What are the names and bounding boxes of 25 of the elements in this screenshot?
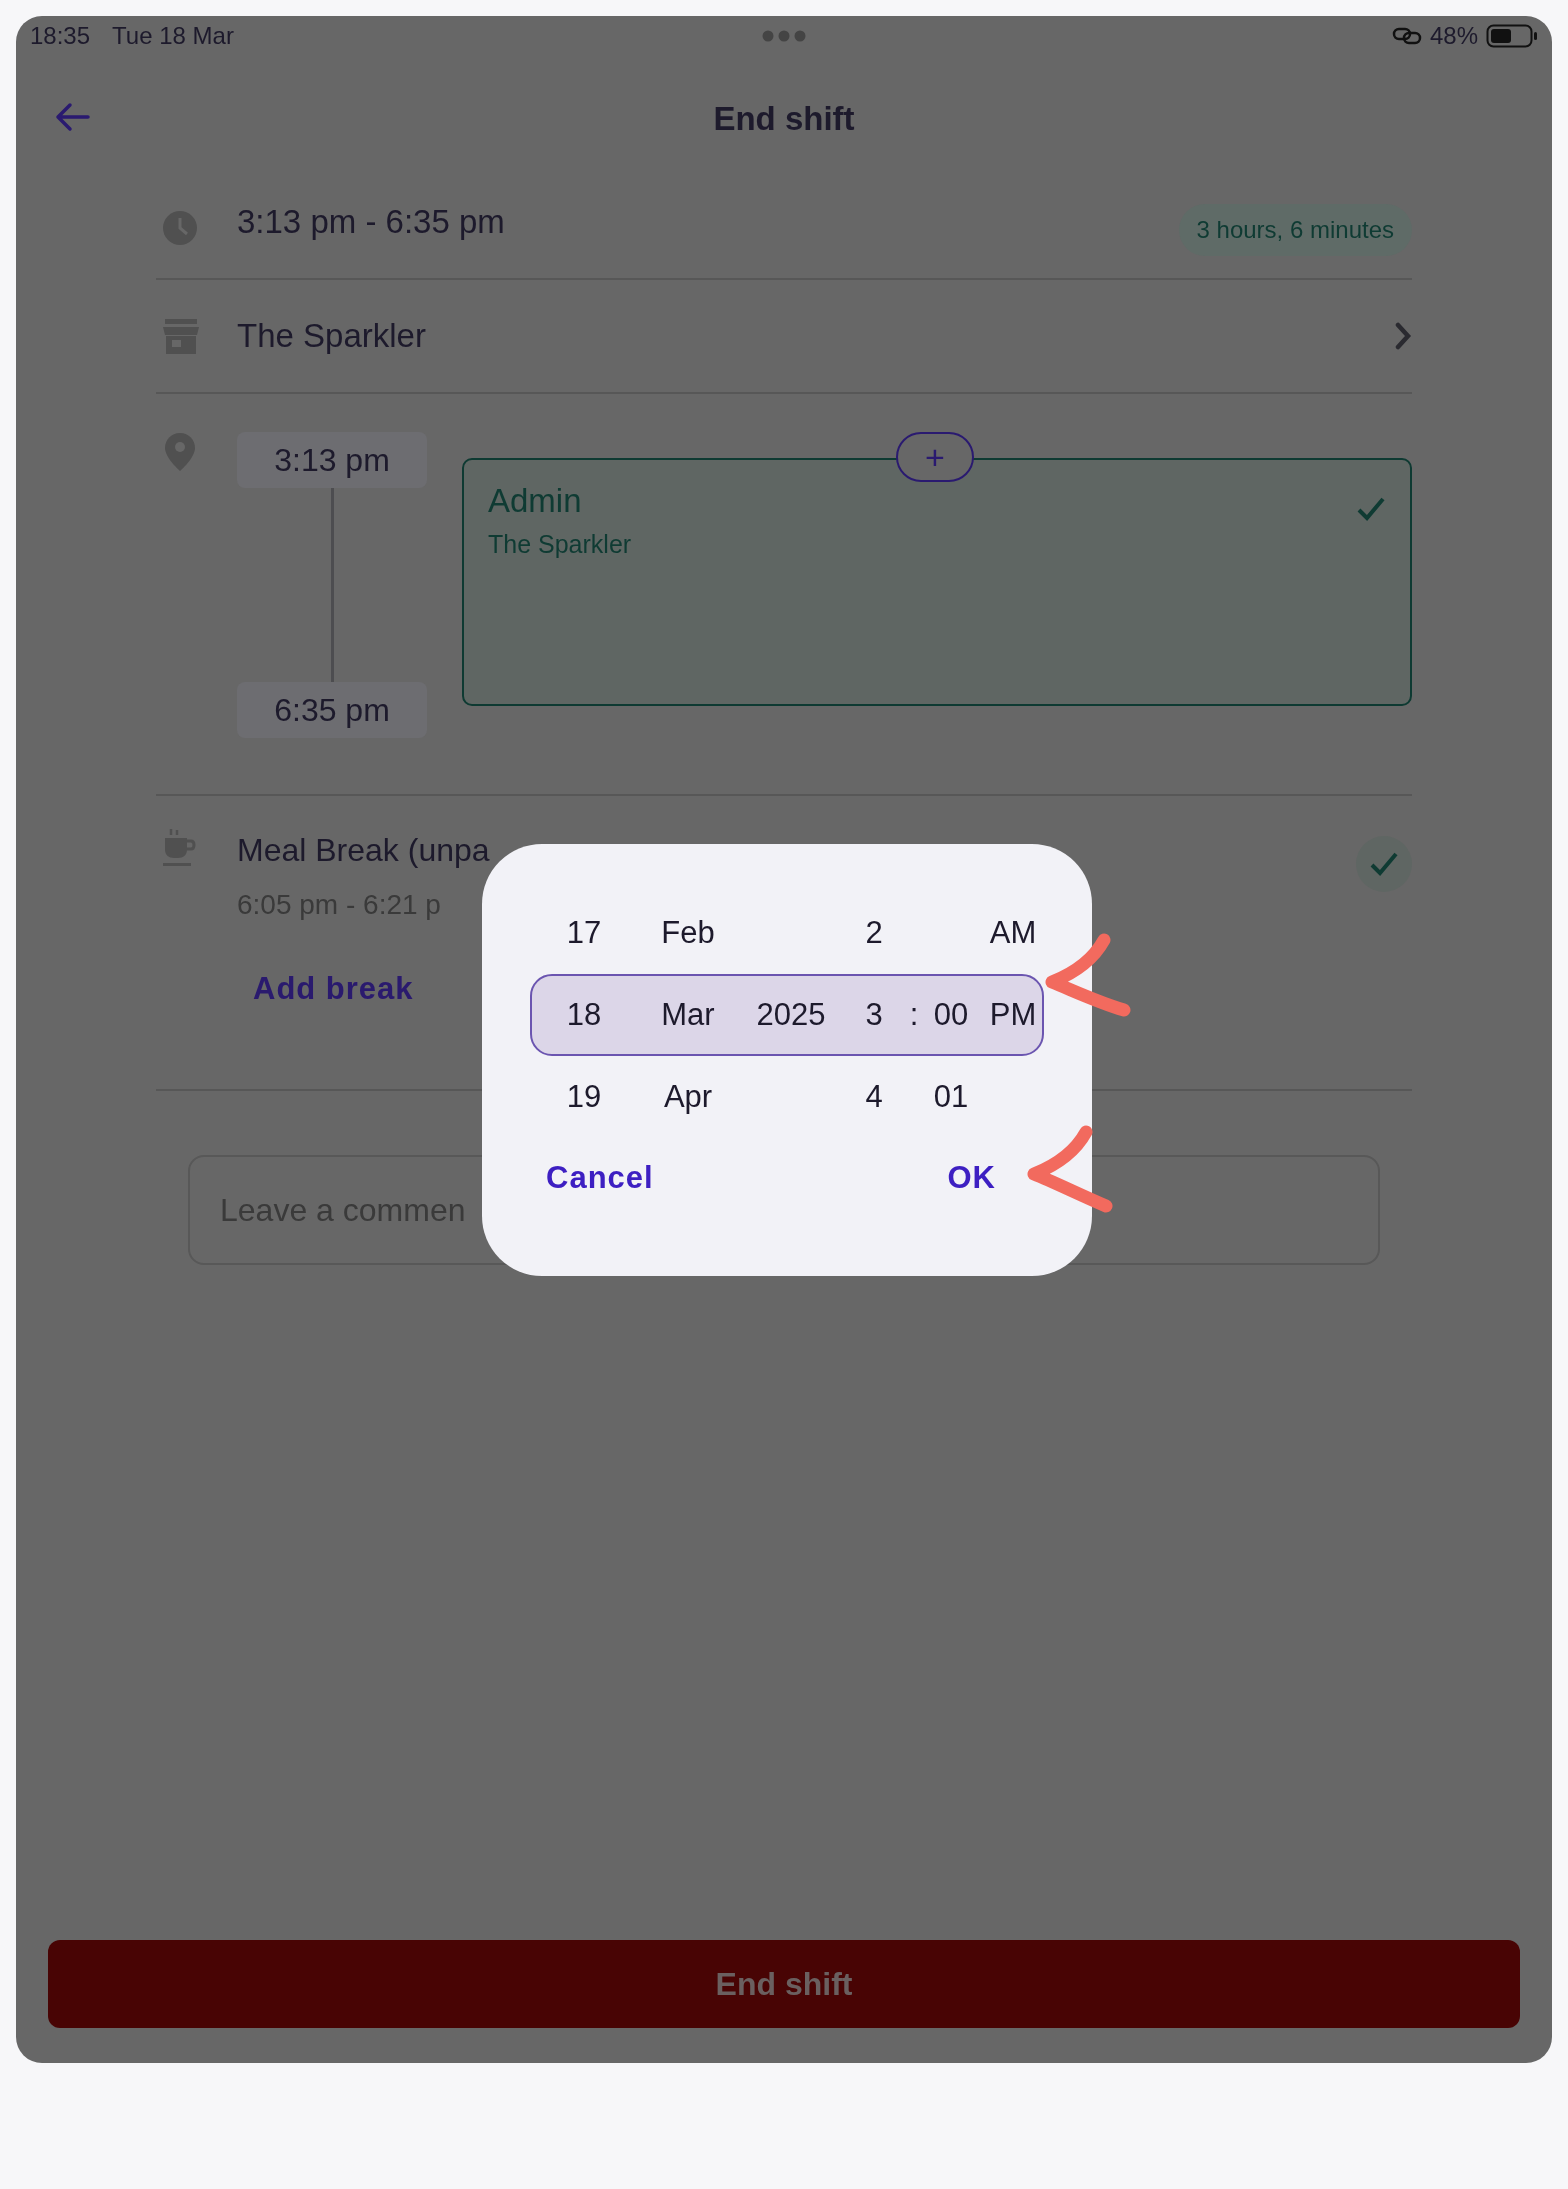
picker-value: 2025: [755, 997, 827, 1033]
picker-value: Feb: [660, 915, 716, 951]
picker-value: 18: [565, 997, 603, 1033]
shift-time-range: 3:13 pm - 6:35 pm: [237, 203, 505, 241]
picker-value: 3: [864, 997, 884, 1033]
duration-badge: 3 hours, 6 minutes: [1178, 204, 1412, 256]
picker-value: PM: [988, 997, 1038, 1033]
break-title: Meal Break (unpa: [237, 832, 490, 869]
picker-value: Apr: [662, 1079, 714, 1115]
role-name: Admin: [488, 482, 583, 520]
picker-value: 17: [565, 915, 603, 951]
picker-value: 4: [864, 1079, 884, 1115]
location-name: The Sparkler: [237, 317, 426, 355]
picker-value: AM: [988, 915, 1038, 951]
battery-percent: 48%: [1429, 22, 1478, 50]
status-time: 18:35: [30, 22, 91, 50]
page-title: End shift: [713, 100, 855, 138]
role-location: The Sparkler: [488, 530, 632, 559]
picker-value: :: [908, 997, 920, 1033]
status-date: Tue 18 Mar: [112, 22, 234, 50]
picker-value: 01: [932, 1079, 970, 1115]
picker-value: 19: [565, 1079, 603, 1115]
picker-value: 00: [932, 997, 970, 1033]
picker-value: 2: [864, 915, 884, 951]
picker-value: Mar: [660, 997, 716, 1033]
